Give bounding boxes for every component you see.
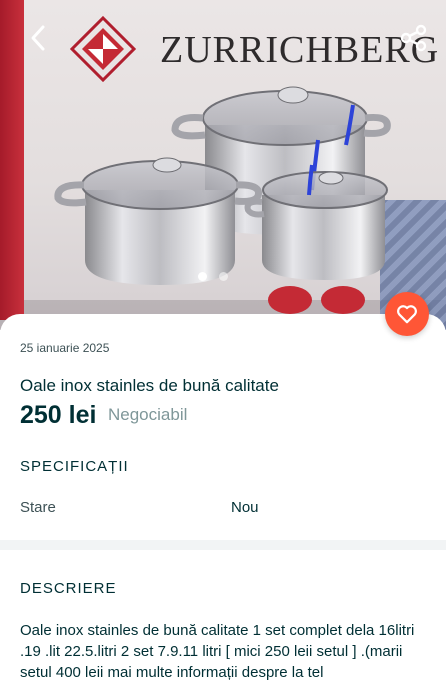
share-icon	[400, 24, 427, 52]
heart-icon	[397, 305, 417, 324]
listing-price: 250 lei	[20, 401, 97, 429]
description-heading: DESCRIERE	[20, 580, 117, 597]
description-text: Oale inox stainles de bună calitate 1 se…	[20, 622, 415, 681]
share-button[interactable]	[396, 20, 432, 56]
carousel-indicators	[198, 272, 228, 281]
carousel-dot[interactable]	[219, 272, 228, 281]
section-divider	[0, 540, 446, 550]
listing-title: Oale inox stainles de bună calitate	[20, 376, 279, 395]
back-button[interactable]	[20, 20, 56, 56]
spec-value-condition: Nou	[231, 499, 259, 516]
negotiable-label: Negociabil	[108, 405, 188, 424]
favorite-button[interactable]	[385, 292, 429, 336]
listing-date: 25 ianuarie 2025	[20, 341, 110, 355]
chevron-left-icon	[31, 25, 45, 51]
listing-photo-carousel[interactable]: ZURRICHBERG	[0, 0, 446, 330]
carousel-dot[interactable]	[198, 272, 207, 281]
spec-label-condition: Stare	[20, 499, 56, 516]
specifications-heading: SPECIFICAȚII	[20, 458, 129, 475]
